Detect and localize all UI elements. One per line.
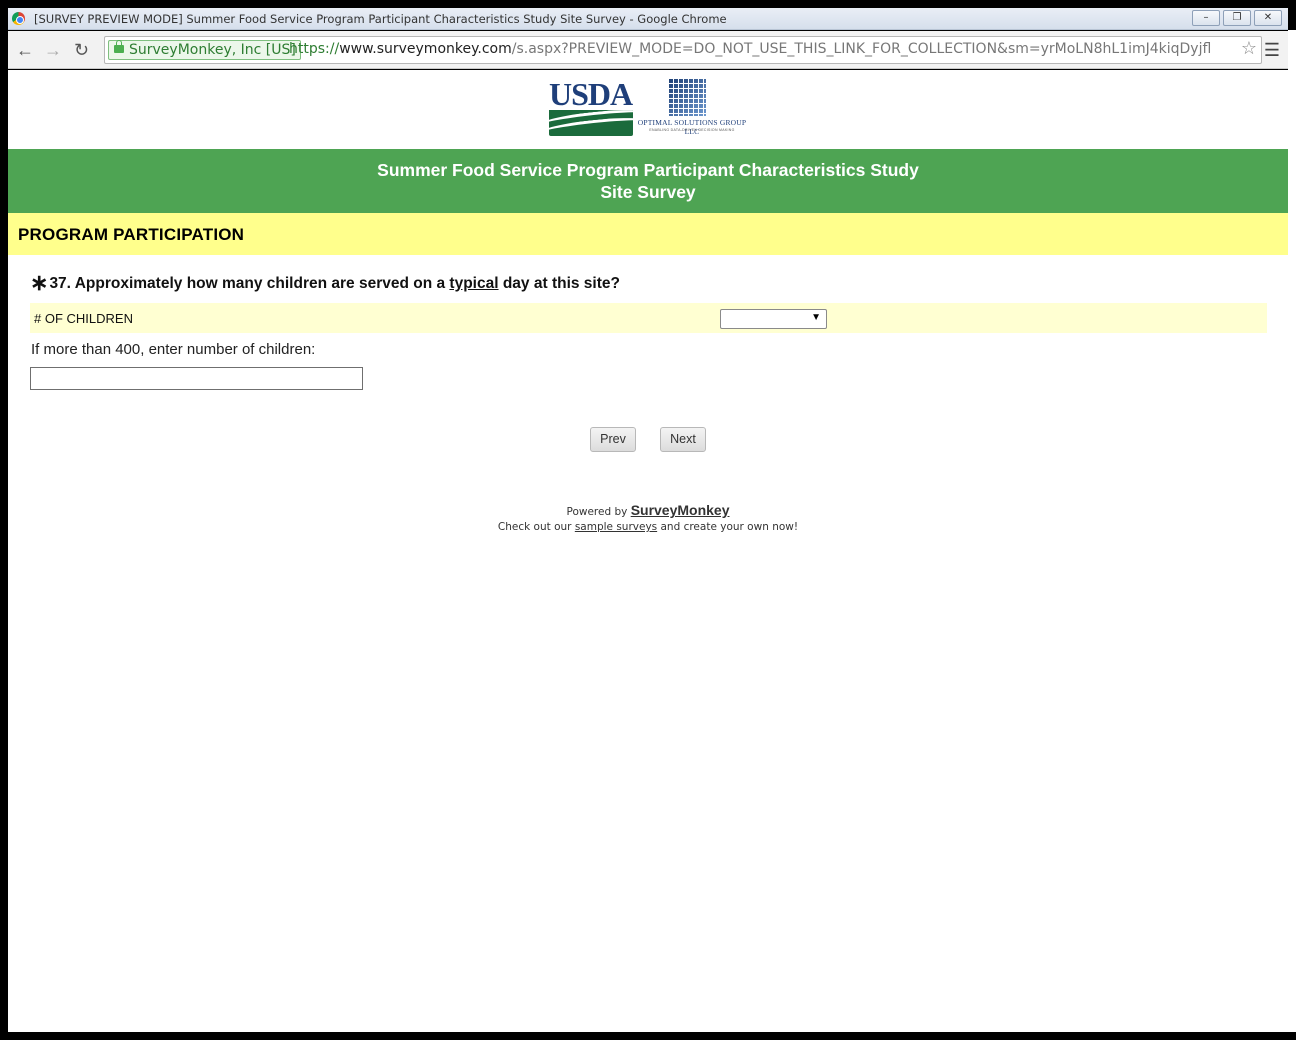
lock-icon [114,40,124,53]
question-text: ∗37. Approximately how many children are… [30,270,620,296]
window-controls: – ❐ ✕ [1192,10,1282,26]
children-count-dropdown[interactable]: ▼ [720,309,827,329]
bookmark-star-icon[interactable]: ☆ [1241,39,1257,59]
question-emphasis: typical [449,275,499,292]
url-path: /s.aspx?PREVIEW_MODE=DO_NOT_USE_THIS_LIN… [511,41,1212,57]
question-prefix: 37. Approximately how many children are … [49,275,450,292]
minimize-button[interactable]: – [1192,10,1220,26]
background-window-edge [1288,30,1296,1032]
optimal-solutions-name: OPTIMAL SOLUTIONS GROUP LLC [637,118,747,136]
window-title: [SURVEY PREVIEW MODE] Summer Food Servic… [34,12,727,26]
optimal-solutions-logo: OPTIMAL SOLUTIONS GROUP LLC ENABLING DAT… [636,78,748,136]
section-title: PROGRAM PARTICIPATION [18,225,245,244]
chrome-logo-icon [12,12,25,25]
chrome-menu-icon[interactable]: ☰ [1264,40,1280,60]
survey-title-line1: Summer Food Service Program Participant … [377,160,919,180]
checkout-prefix: Check out our [497,521,575,533]
back-arrow-icon[interactable]: ← [16,39,34,61]
usda-logo-text: USDA [549,76,633,112]
survey-page: USDA OPTIMAL SOLUTIONS GROUP LLC ENABLIN… [8,70,1288,1032]
ev-certificate-badge[interactable]: SurveyMonkey, Inc [US] [108,40,301,60]
window-titlebar: [SURVEY PREVIEW MODE] Summer Food Servic… [8,8,1288,30]
close-button[interactable]: ✕ [1254,10,1282,26]
optimal-solutions-tagline: ENABLING DATA-DRIVEN DECISION MAKING [649,128,735,132]
children-count-label: # OF CHILDREN [34,311,133,326]
other-count-label: If more than 400, enter number of childr… [31,341,316,358]
other-count-input[interactable] [30,367,363,390]
ev-label: SurveyMonkey, Inc [US] [129,42,296,58]
logo-area: USDA OPTIMAL SOLUTIONS GROUP LLC ENABLIN… [8,70,1288,148]
restore-button[interactable]: ❐ [1223,10,1251,26]
url-text: https://www.surveymonkey.com/s.aspx?PREV… [289,41,1211,57]
powered-by-text: Powered by [566,506,631,518]
powered-by: Powered by SurveyMonkey [8,502,1288,518]
sample-surveys-link[interactable]: sample surveys [575,521,657,533]
next-button[interactable]: Next [660,427,706,452]
reload-icon[interactable]: ↻ [74,39,89,61]
forward-arrow-icon[interactable]: → [44,39,62,61]
survey-title-line2: Site Survey [600,182,696,202]
usda-field-icon [549,110,633,136]
section-header: PROGRAM PARTICIPATION [8,213,1288,255]
required-asterisk-icon: ∗ [30,270,49,295]
survey-title-banner: Summer Food Service Program Participant … [8,149,1288,213]
checkout-suffix: and create your own now! [657,521,799,533]
question-suffix: day at this site? [498,275,620,292]
optimal-solutions-grid-icon [668,78,706,116]
surveymonkey-link[interactable]: SurveyMonkey [631,502,730,518]
children-count-row: # OF CHILDREN ▼ [30,303,1267,333]
prev-button[interactable]: Prev [590,427,636,452]
dropdown-arrow-icon: ▼ [811,312,821,323]
browser-toolbar: ← → ↻ SurveyMonkey, Inc [US] https://www… [8,31,1288,69]
url-host: www.surveymonkey.com [339,41,512,57]
checkout-line: Check out our sample surveys and create … [8,521,1288,533]
address-bar[interactable]: SurveyMonkey, Inc [US] https://www.surve… [104,36,1262,64]
url-protocol: https:// [289,41,340,57]
usda-logo: USDA [549,76,633,136]
